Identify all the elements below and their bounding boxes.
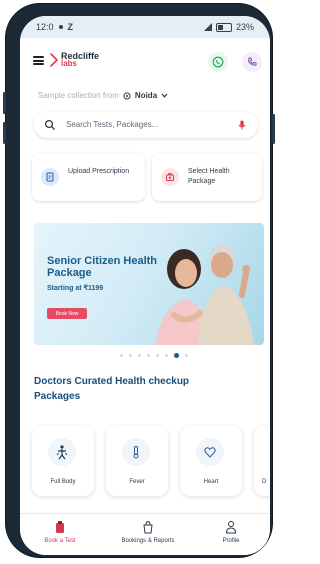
volume-down-button (3, 122, 6, 144)
nav-profile[interactable]: Profile (216, 520, 246, 544)
promo-banner[interactable]: Senior Citizen Health Package Starting a… (34, 223, 264, 345)
phone-frame: 12:0 Z 23% Redcliffe labs Sample collect… (3, 4, 275, 557)
status-time: 12:0 (36, 22, 54, 32)
health-package-icon (161, 168, 179, 186)
location-pin-icon (123, 92, 131, 99)
section-title: Doctors Curated Health checkup Packages (34, 376, 190, 402)
upload-prescription-label: Upload Prescription (68, 168, 130, 175)
prescription-icon (41, 168, 59, 186)
location-label: Sample collection from (38, 91, 119, 100)
carousel-dot[interactable] (165, 354, 168, 357)
search-icon (44, 119, 55, 130)
signal-icon (203, 23, 212, 31)
whatsapp-icon (212, 56, 224, 68)
battery-percent: 23% (235, 22, 254, 32)
senior-couple-illustration (156, 244, 254, 345)
banner-subtitle: Starting at ₹1199 (47, 285, 104, 292)
heart-icon (196, 438, 224, 466)
package-full-body[interactable]: Full Body (32, 426, 94, 496)
carousel-dot[interactable] (120, 354, 123, 357)
call-button[interactable] (242, 52, 262, 72)
nav-label: Bookings & Reports (121, 538, 175, 544)
volume-up-button (3, 92, 6, 114)
package-label: D (262, 479, 267, 485)
carousel-dot[interactable] (147, 354, 150, 357)
carousel-indicator (120, 353, 188, 358)
select-health-package-card[interactable]: Select Health Package (152, 153, 262, 201)
power-button (272, 114, 275, 144)
search-bar[interactable]: Search Tests, Packages... (34, 112, 258, 138)
carousel-dot-active[interactable] (174, 353, 179, 358)
app-screen: 12:0 Z 23% Redcliffe labs Sample collect… (20, 16, 270, 555)
nav-label: Book a Test (44, 538, 76, 544)
nav-label: Profile (222, 538, 240, 544)
package-label: Full Body (50, 479, 76, 485)
carousel-dot[interactable] (138, 354, 141, 357)
mic-icon[interactable] (236, 119, 248, 131)
location-dot-icon (58, 25, 63, 29)
package-partial[interactable]: D (254, 426, 270, 496)
menu-icon[interactable] (33, 56, 44, 65)
location-city: Noida (134, 91, 158, 100)
book-now-button[interactable]: Book Now (47, 308, 87, 319)
brand-logo: Redcliffe labs (61, 52, 99, 68)
carousel-dot[interactable] (185, 354, 188, 357)
brand-name-bottom: labs (61, 59, 78, 68)
battery-icon (215, 22, 232, 32)
book-test-icon (56, 521, 64, 533)
select-health-package-label: Select Health Package (188, 168, 230, 185)
nav-book-test[interactable]: Book a Test (40, 520, 80, 544)
search-input[interactable]: Search Tests, Packages... (66, 120, 158, 129)
fever-icon (122, 438, 150, 466)
package-label: Heart (203, 479, 219, 485)
carousel-dot[interactable] (156, 354, 159, 357)
status-bar: 12:0 Z 23% (20, 16, 270, 38)
location-selector[interactable]: Sample collection from Noida (38, 91, 168, 100)
profile-icon (225, 521, 237, 534)
app-header: Redcliffe labs (20, 44, 270, 74)
z-icon: Z (67, 22, 74, 32)
chevron-down-icon (161, 93, 168, 98)
bookings-icon (143, 520, 153, 534)
package-heart[interactable]: Heart (180, 426, 242, 496)
upload-prescription-card[interactable]: Upload Prescription (32, 153, 145, 201)
carousel-dot[interactable] (129, 354, 132, 357)
full-body-icon (48, 438, 76, 466)
package-label: Fever (129, 479, 145, 485)
whatsapp-button[interactable] (208, 52, 228, 72)
call-icon (247, 57, 257, 66)
package-fever[interactable]: Fever (106, 426, 168, 496)
nav-bookings-reports[interactable]: Bookings & Reports (110, 520, 186, 544)
bottom-navigation: Book a Test Bookings & Reports Profile (20, 513, 270, 555)
redcliffe-logo-icon (50, 53, 58, 67)
